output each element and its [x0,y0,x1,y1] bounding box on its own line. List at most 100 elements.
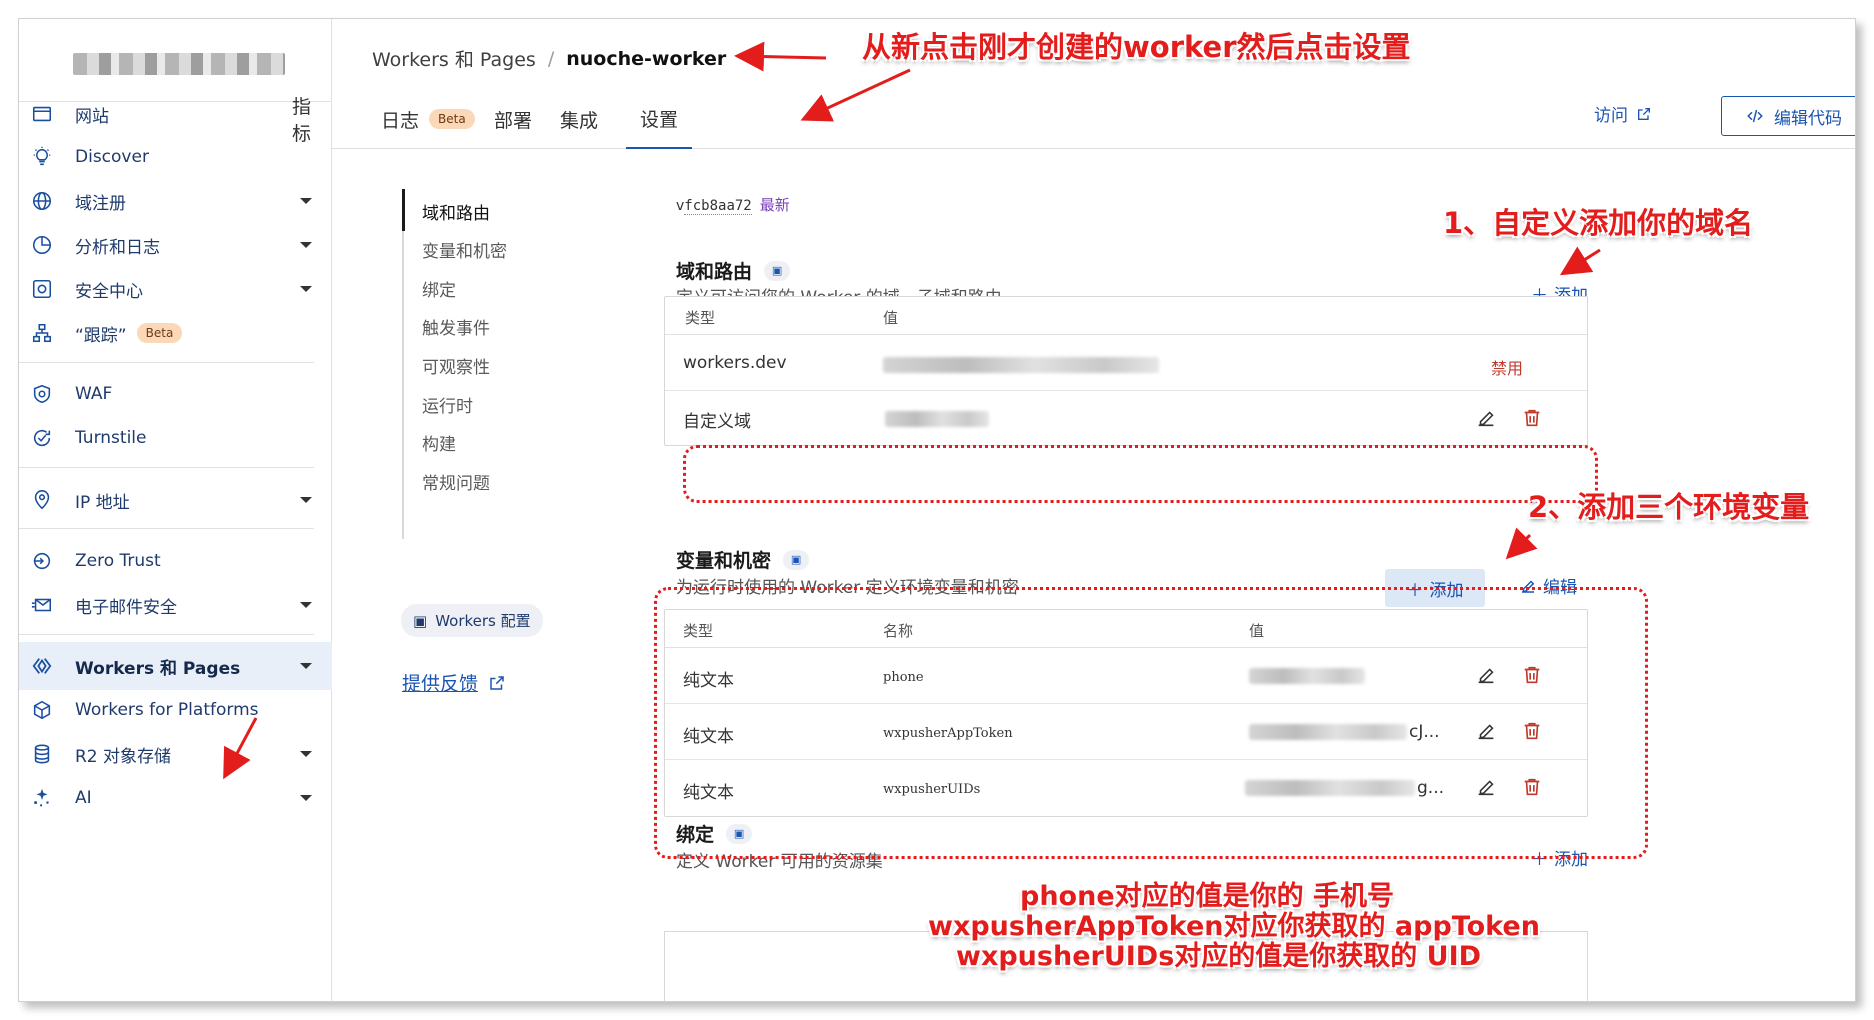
redacted-value [885,411,989,427]
tab-deployments[interactable]: 部署 [494,89,532,149]
version-hash[interactable]: fcb8aa72 [684,198,752,215]
sidebar-item-turnstile[interactable]: Turnstile [19,414,332,462]
website-icon [29,101,55,127]
sidebar-item-discover[interactable]: Discover [19,133,332,181]
domains-table: 类型 值 workers.dev 禁用 自定义域 [664,296,1588,446]
cube-icon [29,697,55,723]
account-name-redacted[interactable] [73,53,285,75]
table-row: workers.dev 禁用 [665,335,1587,391]
lightbulb-icon [29,144,55,170]
sidebar-divider [19,528,314,529]
tab-logs[interactable]: 日志 Beta [381,89,475,149]
sidebar-item-ai[interactable]: AI [19,774,332,822]
subnav-runtime[interactable]: 运行时 [422,392,473,417]
sidebar-item-label: 域注册 [75,193,126,214]
sidebar-item-workers-for-platforms[interactable]: Workers for Platforms [19,686,332,734]
edit-code-button[interactable]: 编辑代码 [1721,96,1855,136]
sidebar-item-label: Discover [75,147,149,167]
highlight-variables [654,587,1648,859]
visit-label: 访问 [1594,106,1628,126]
annotation-note-line3: wxpusherUIDs对应的值是你获取的 UID [956,941,1482,972]
database-icon [29,741,55,767]
beta-badge: Beta [429,109,475,129]
book-icon[interactable]: ▣ [764,260,791,281]
subnav-bindings[interactable]: 绑定 [422,276,456,301]
breadcrumb: Workers 和 Pages / nuoche-worker [372,45,726,72]
location-icon [29,487,55,513]
sidebar-item-label: Workers 和 Pages [75,658,241,679]
subnav-build[interactable]: 构建 [422,430,456,455]
visit-link[interactable]: 访问 [1594,101,1652,126]
tab-metrics[interactable]: 指标 [292,89,324,149]
book-icon[interactable]: ▣ [783,549,810,570]
tab-label: 集成 [560,109,599,132]
annotation-top: 从新点击刚才创建的worker然后点击设置 [862,30,1411,64]
redacted-value [883,357,1159,373]
external-link-icon [1638,107,1650,120]
beta-badge: Beta [136,323,183,343]
chevron-down-icon[interactable] [300,795,312,801]
breadcrumb-separator: / [547,47,555,70]
sidebar-item-r2[interactable]: R2 对象存储 [19,730,332,778]
email-icon [29,592,55,618]
chevron-down-icon[interactable] [300,751,312,757]
sidebar-item-ip-addresses[interactable]: IP 地址 [19,476,332,524]
sidebar-item-label: 网站 [75,106,109,127]
variables-section-title: 变量和机密 ▣ [676,546,810,573]
sidebar: 网站 Discover 域注册 分析和日志 安全中心 “跟踪” Beta WAF… [19,19,332,1001]
turnstile-icon [29,425,55,451]
zero-trust-icon [29,548,55,574]
tab-label: 指标 [292,96,312,145]
breadcrumb-parent[interactable]: Workers 和 Pages [372,45,536,72]
chevron-down-icon[interactable] [300,198,312,204]
sidebar-item-security-center[interactable]: 安全中心 [19,265,332,313]
section-title-text: 域和路由 [676,261,753,283]
sidebar-item-waf[interactable]: WAF [19,370,332,418]
chevron-down-icon[interactable] [300,242,312,248]
subnav-variables-secrets[interactable]: 变量和机密 [422,237,507,262]
sidebar-item-workers-pages[interactable]: Workers 和 Pages [19,642,332,690]
edit-icon[interactable] [1475,407,1497,429]
annotation-step1: 1、自定义添加你的域名 [1443,206,1754,240]
sidebar-item-label: Workers for Platforms [75,700,259,720]
chevron-down-icon[interactable] [300,286,312,292]
tab-integrations[interactable]: 集成 [560,89,598,149]
tab-label: 设置 [639,108,678,131]
sidebar-item-analytics[interactable]: 分析和日志 [19,221,332,269]
section-title-text: 变量和机密 [676,550,772,572]
chevron-down-icon[interactable] [300,602,312,608]
delete-icon[interactable] [1521,407,1543,429]
sidebar-item-email-security[interactable]: 电子邮件安全 [19,581,332,629]
subnav-general[interactable]: 常规问题 [422,469,490,494]
table-row: 自定义域 [665,391,1587,447]
workers-config-label: Workers 配置 [435,612,531,630]
feedback-link[interactable]: 提供反馈 [402,669,506,696]
sidebar-divider [19,467,314,468]
subnav-domains-routes[interactable]: 域和路由 [422,199,490,224]
tab-settings[interactable]: 设置 [626,89,692,149]
sidebar-item-trace[interactable]: “跟踪” Beta [19,309,332,357]
subnav-observability[interactable]: 可观察性 [422,353,490,378]
disable-button[interactable]: 禁用 [1491,355,1523,379]
domains-section-title: 域和路由 ▣ [676,257,791,284]
column-header: 类型 [685,309,716,327]
settings-subnav: 域和路由 变量和机密 绑定 触发事件 可观察性 运行时 构建 常规问题 [402,189,552,539]
sparkle-icon [29,785,55,811]
annotation-step2: 2、添加三个环境变量 [1528,490,1810,524]
workers-config-link[interactable]: ▣ Workers 配置 [401,604,543,637]
sidebar-item-label: Turnstile [75,428,147,448]
sidebar-item-websites[interactable]: 网站 [19,90,332,138]
sidebar-item-zero-trust[interactable]: Zero Trust [19,537,332,585]
tab-label: 部署 [494,109,533,132]
row-type: 自定义域 [683,412,751,432]
sidebar-item-domain-registration[interactable]: 域注册 [19,177,332,225]
sidebar-item-label: AI [75,788,92,808]
chevron-down-icon[interactable] [300,497,312,503]
version-info: vfcb8aa72 最新 [676,194,790,215]
shield-icon [29,381,55,407]
security-icon [29,276,55,302]
chevron-down-icon[interactable] [300,663,312,669]
feedback-label: 提供反馈 [402,673,479,695]
subnav-triggers[interactable]: 触发事件 [422,314,490,339]
sidebar-divider [19,362,314,363]
